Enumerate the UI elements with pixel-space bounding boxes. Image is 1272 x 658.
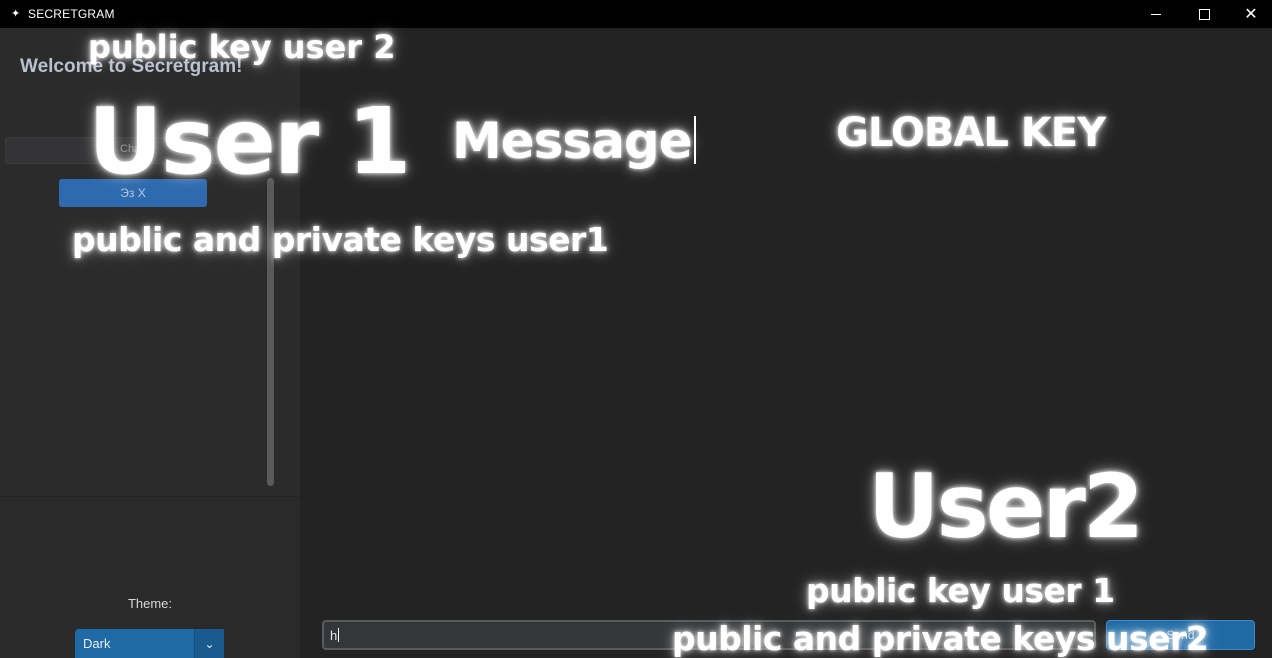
minimize-icon — [1151, 13, 1161, 15]
chat-list-item[interactable]: Эз X — [59, 179, 207, 207]
chevron-down-icon[interactable]: ⌄ — [194, 629, 224, 658]
app-icon: ✦ — [11, 8, 21, 20]
theme-dropdown-value: Dark — [83, 636, 111, 651]
message-input-value: h — [330, 627, 338, 643]
chat-list-scrollbar[interactable] — [267, 178, 274, 486]
close-icon: ✕ — [1244, 6, 1258, 23]
send-button[interactable]: Send — [1106, 620, 1255, 650]
chat-area — [300, 28, 1272, 658]
title-bar: ✦ SECRETGRAM ✕ — [0, 0, 1272, 28]
sidebar: Welcome to Secretgram! Cha Эз X Theme: D… — [0, 28, 300, 658]
new-chat-button-label[interactable]: Cha — [120, 143, 140, 155]
maximize-button[interactable] — [1181, 0, 1227, 28]
text-cursor — [338, 628, 340, 642]
theme-dropdown[interactable]: Dark ⌄ — [75, 629, 224, 658]
theme-label: Theme: — [127, 596, 173, 611]
window-title: SECRETGRAM — [28, 7, 115, 21]
message-input[interactable]: h — [322, 620, 1096, 650]
maximize-icon — [1198, 8, 1210, 20]
chat-list-panel: Welcome to Secretgram! Cha Эз X — [0, 28, 300, 497]
close-button[interactable]: ✕ — [1228, 0, 1272, 28]
app-window: ✦ SECRETGRAM ✕ Welcome to Secretgram! Ch… — [0, 0, 1272, 658]
minimize-button[interactable] — [1133, 0, 1179, 28]
welcome-heading: Welcome to Secretgram! — [20, 56, 243, 77]
